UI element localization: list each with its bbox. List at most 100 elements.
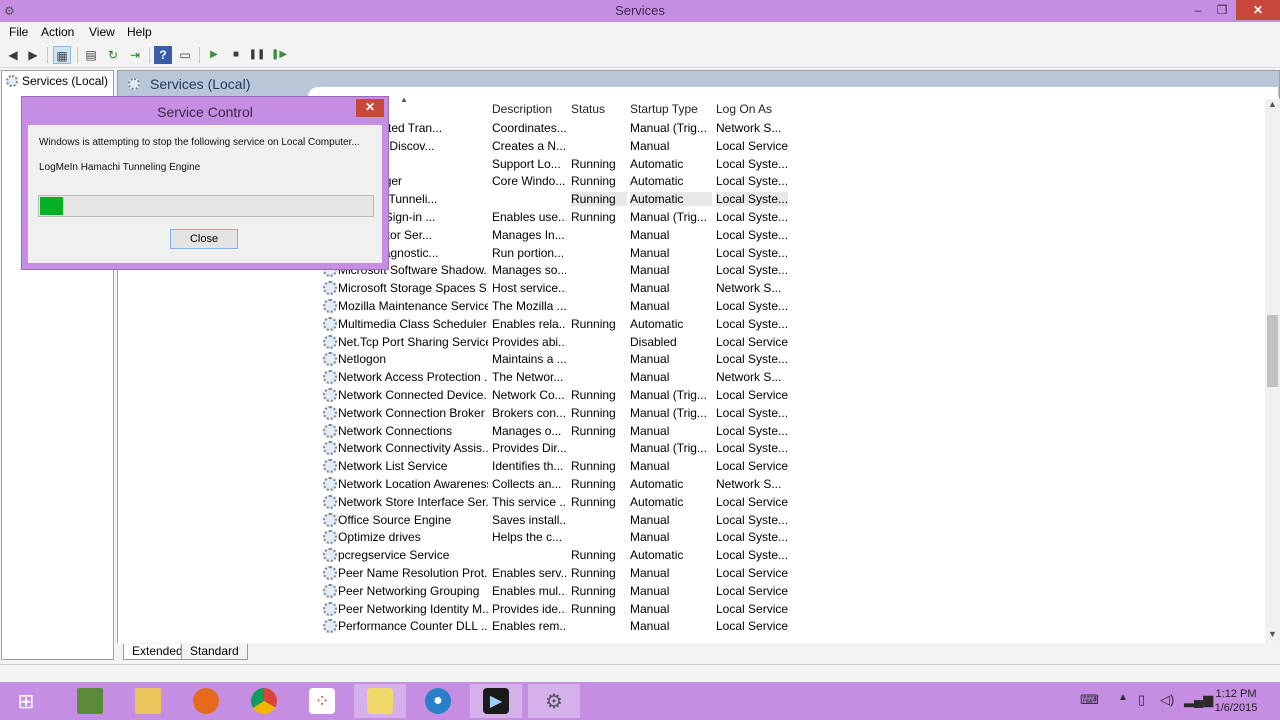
pause-icon[interactable]: ❚❚ [248, 46, 266, 64]
services-icon: ⚙ [545, 690, 563, 713]
start-icon[interactable]: ▶ [205, 46, 223, 64]
vertical-scrollbar[interactable]: ▲ ▼ [1265, 99, 1280, 643]
taskbar-apps[interactable]: ⁘ [296, 684, 348, 718]
back-icon[interactable]: ◀ [4, 46, 22, 64]
table-row[interactable]: Netlogon Maintains a ... Manual Local Syste… [118, 350, 1258, 368]
service-description: Helps the c... [492, 530, 563, 545]
table-row[interactable]: Network Connected Device... Network Co...… [118, 386, 1258, 404]
service-status: Running [571, 601, 616, 616]
table-row[interactable]: Microsoft Storage Spaces S... Host servic… [118, 279, 1258, 297]
service-status: Running [571, 405, 616, 420]
taskbar-firefox[interactable] [180, 684, 232, 718]
scroll-thumb[interactable] [1267, 315, 1278, 387]
service-description: Network Co... [492, 388, 565, 402]
export-list-icon[interactable]: ▤ [82, 46, 100, 64]
show-hidden-icons-icon[interactable]: ▲ [1118, 692, 1128, 703]
taskbar-file-explorer[interactable] [122, 684, 174, 718]
dialog-body: Windows is attempting to stop the follow… [28, 125, 382, 263]
service-startup-type: Automatic [630, 174, 684, 189]
service-startup-type: Manual (Trig... [630, 441, 707, 456]
properties-icon[interactable]: ▭ [176, 46, 194, 64]
gear-icon [323, 583, 337, 598]
tree-item-services-local[interactable]: Services (Local) [6, 74, 108, 88]
gear-icon [323, 459, 337, 474]
toolbar: ◀ ▶ ▦ ▤ ↻ ⇥ ? ▭ ▶ ■ ❚❚ ❚▶ [0, 42, 1280, 68]
column-header-startup-type[interactable]: Startup Type [630, 102, 698, 116]
service-description: Coordinates... [492, 121, 566, 135]
refresh-icon[interactable]: ↻ [104, 46, 122, 64]
service-name: Network Connected Device... [338, 388, 488, 402]
table-row[interactable]: Network Connectivity Assis... Provides Di… [118, 439, 1258, 457]
taskbar-services[interactable]: ⚙ [528, 684, 580, 718]
gear-icon [6, 75, 18, 87]
keyboard-icon[interactable]: ⌨ [1080, 692, 1099, 708]
service-log-on-as: Local Service [716, 566, 788, 580]
power-icon[interactable]: ▯ [1138, 692, 1145, 708]
show-hide-console-tree-icon[interactable]: ▦ [53, 46, 71, 64]
service-status: Running [571, 566, 616, 580]
maximize-button[interactable]: ❐ [1210, 0, 1234, 20]
service-description: Manages In... [492, 227, 565, 242]
column-header-log-on-as[interactable]: Log On As [716, 102, 772, 116]
service-log-on-as: Network S... [716, 281, 782, 296]
table-row[interactable]: Network List Service Identifies th... Runn… [118, 457, 1258, 475]
table-row[interactable]: Net.Tcp Port Sharing Service Provides abi… [118, 333, 1258, 351]
table-row[interactable]: Mozilla Maintenance Service The Mozilla .… [118, 297, 1258, 315]
service-startup-type: Manual [630, 281, 670, 296]
service-log-on-as: Local Syste... [716, 512, 788, 527]
speaker-icon[interactable]: ◁) [1160, 692, 1174, 708]
tab-standard[interactable]: Standard [181, 644, 248, 660]
table-row[interactable]: Network Connections Manages o... Running Ma… [118, 422, 1258, 440]
system-clock[interactable]: 1:12 PM 1/6/2015 [1206, 687, 1266, 715]
taskbar-chrome[interactable] [238, 684, 290, 718]
table-row[interactable]: Peer Name Resolution Prot... Enables serv… [118, 564, 1258, 582]
dialog-close-button[interactable]: ✕ [356, 99, 384, 117]
service-status: Running [571, 388, 616, 402]
taskbar-start[interactable]: ⊞ [0, 684, 52, 718]
close-button[interactable]: ✕ [1236, 0, 1280, 20]
service-log-on-as: Local Syste... [716, 263, 788, 278]
menu-action[interactable]: Action [41, 25, 74, 39]
export-icon[interactable]: ⇥ [126, 46, 144, 64]
column-header-status[interactable]: Status [571, 102, 605, 116]
table-row[interactable]: Performance Counter DLL ... Enables rem..… [118, 617, 1258, 635]
taskbar-minecraft[interactable] [64, 684, 116, 718]
table-row[interactable]: pcregservice Service Running Automatic Loca… [118, 546, 1258, 564]
table-row[interactable]: Optimize drives Helps the c... Manual Local… [118, 528, 1258, 546]
table-row[interactable]: Network Access Protection ... The Networ.… [118, 368, 1258, 386]
scroll-down-icon[interactable]: ▼ [1265, 629, 1280, 643]
taskbar-sticky-notes[interactable] [354, 684, 406, 718]
service-log-on-as: Local Service [716, 334, 788, 349]
taskbar-hamachi[interactable]: ● [412, 684, 464, 718]
table-row[interactable]: Office Source Engine Saves install... Manu… [118, 511, 1258, 529]
table-row[interactable]: Peer Networking Identity M... Provides id… [118, 600, 1258, 618]
service-name: Network List Service [338, 459, 448, 474]
scroll-up-icon[interactable]: ▲ [1265, 99, 1280, 113]
service-log-on-as: Local Syste... [716, 352, 788, 367]
toolbar-separator [199, 47, 200, 63]
stop-icon[interactable]: ■ [227, 46, 245, 64]
dialog-close-text-button[interactable]: Close [170, 229, 238, 249]
table-row[interactable]: Network Store Interface Ser... This servi… [118, 493, 1258, 511]
table-row[interactable]: Network Connection Broker Brokers con... R… [118, 404, 1258, 422]
service-log-on-as: Local Syste... [716, 299, 788, 313]
column-header-description[interactable]: Description [492, 102, 552, 116]
help-icon[interactable]: ? [154, 46, 172, 64]
restart-icon[interactable]: ❚▶ [270, 46, 288, 64]
gear-icon [323, 530, 337, 545]
service-log-on-as: Local Service [716, 138, 788, 153]
table-row[interactable]: Network Location Awareness Collects an...… [118, 475, 1258, 493]
menu-view[interactable]: View [89, 25, 115, 39]
gear-icon [323, 548, 337, 563]
service-description: The Networ... [492, 370, 564, 385]
forward-icon[interactable]: ▶ [24, 46, 42, 64]
menu-file[interactable]: File [9, 25, 28, 39]
service-startup-type: Manual [630, 227, 670, 242]
taskbar-media-player[interactable]: ▶ [470, 684, 522, 718]
service-log-on-as: Local Service [716, 459, 788, 474]
table-row[interactable]: Multimedia Class Scheduler Enables rela..… [118, 315, 1258, 333]
table-row[interactable]: Peer Networking Grouping Enables mul... Ru… [118, 582, 1258, 600]
minimize-button[interactable]: – [1186, 0, 1210, 20]
menu-help[interactable]: Help [127, 25, 152, 39]
service-log-on-as: Network S... [716, 370, 782, 385]
